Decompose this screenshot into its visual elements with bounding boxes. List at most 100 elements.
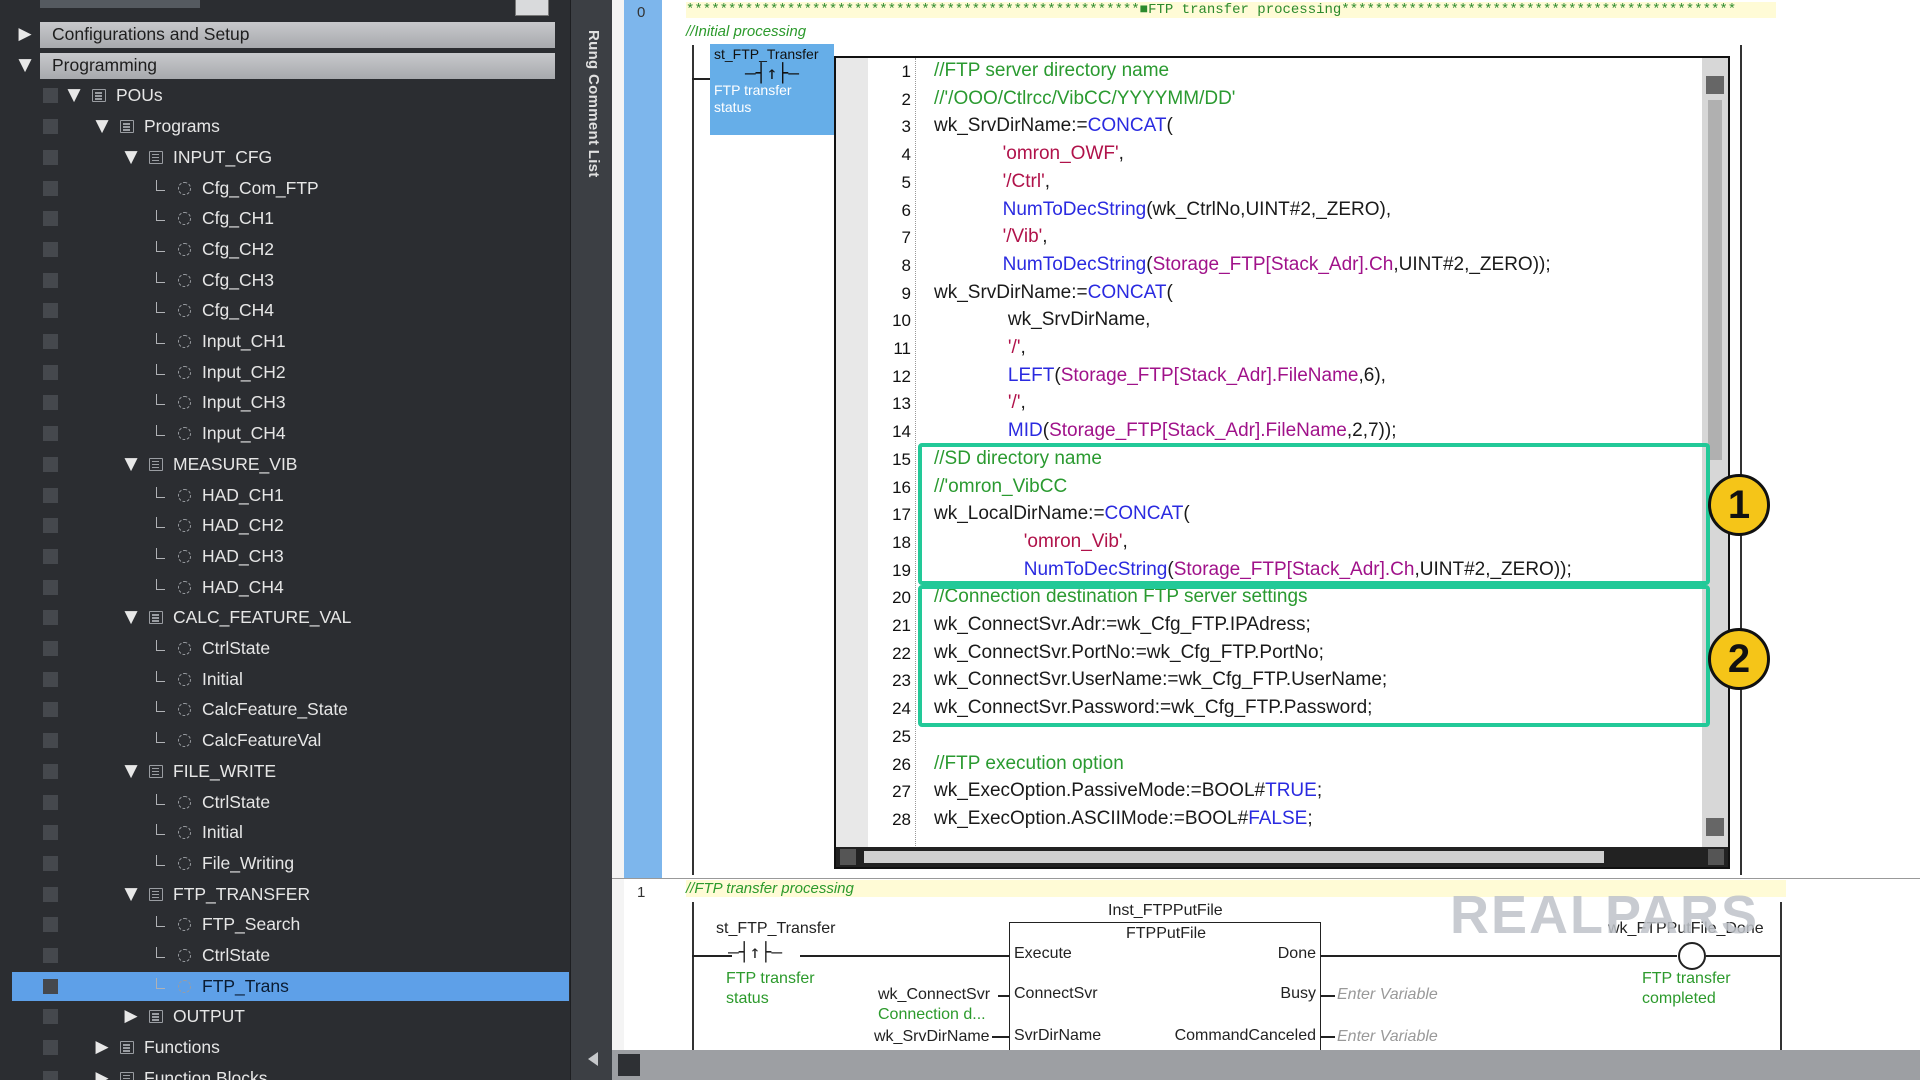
tree-item[interactable]: CtrlState <box>0 940 570 971</box>
tree-item[interactable]: Cfg_Com_FTP <box>0 173 570 204</box>
tree-item-checkbox[interactable] <box>43 88 58 104</box>
tree-item[interactable]: Cfg_CH1 <box>0 203 570 234</box>
tree-item-checkbox[interactable] <box>43 456 58 472</box>
rung-comment-list-label[interactable]: Rung Comment List <box>584 30 602 178</box>
tree-section-header[interactable]: ▼ Programming <box>0 50 570 81</box>
tree-item-checkbox[interactable] <box>43 855 58 871</box>
tree-item[interactable]: ▼ POUs <box>0 80 570 111</box>
tree-item-checkbox[interactable] <box>43 886 58 902</box>
function-block-ftpputfile[interactable]: FTPPutFile Execute ConnectSvr SvrDirName… <box>1009 922 1321 1052</box>
enter-variable-busy[interactable]: Enter Variable <box>1337 986 1438 1004</box>
input-variable-srvdirname[interactable]: wk_SrvDirName <box>874 1028 990 1046</box>
tree-item-checkbox[interactable] <box>43 794 58 810</box>
tree-item[interactable]: ▼ CALC_FEATURE_VAL <box>0 602 570 633</box>
input-variable-connectsvr[interactable]: wk_ConnectSvr <box>878 986 990 1004</box>
tree-item-checkbox[interactable] <box>43 119 58 135</box>
tree-item-checkbox[interactable] <box>43 426 58 442</box>
tree-item[interactable]: CalcFeature_State <box>0 694 570 725</box>
collapse-arrow-icon[interactable]: ▼ <box>64 82 84 108</box>
fb-instance-name[interactable]: Inst_FTPPutFile <box>1108 902 1223 920</box>
tree-item[interactable]: FTP_Search <box>0 909 570 940</box>
code-line[interactable]: wk_SrvDirName:=CONCAT( <box>934 282 1173 304</box>
tree-item[interactable]: ▼ Programs <box>0 111 570 142</box>
code-line[interactable]: //FTP server directory name <box>934 60 1169 82</box>
tree-item-checkbox[interactable] <box>43 518 58 534</box>
tree-item-checkbox[interactable] <box>43 303 58 319</box>
tree-item-checkbox[interactable] <box>43 395 58 411</box>
editor-horizontal-scrollbar[interactable] <box>612 1050 1920 1080</box>
tree-item-checkbox[interactable] <box>43 610 58 626</box>
code-line[interactable]: wk_SrvDirName, <box>934 309 1151 331</box>
tree-item[interactable]: CtrlState <box>0 633 570 664</box>
code-line[interactable]: '/Ctrl', <box>934 171 1050 193</box>
tree-item[interactable]: CalcFeatureVal <box>0 725 570 756</box>
tree-item[interactable]: Input_CH4 <box>0 418 570 449</box>
code-line[interactable]: //'/OOO/Ctlrcc/VibCC/YYYYMM/DD' <box>934 88 1235 110</box>
output-coil[interactable] <box>1678 942 1706 970</box>
expand-arrow-icon[interactable]: ▶ <box>92 1065 112 1080</box>
scroll-thumb[interactable] <box>1708 100 1722 460</box>
tree-item-checkbox[interactable] <box>43 1040 58 1056</box>
tree-item[interactable]: CtrlState <box>0 787 570 818</box>
scroll-up-icon[interactable] <box>1706 76 1724 94</box>
rung-0-selection-bar[interactable] <box>624 0 662 878</box>
collapse-arrow-icon[interactable]: ▼ <box>121 881 141 907</box>
code-line[interactable]: LEFT(Storage_FTP[Stack_Adr].FileName,6), <box>934 365 1386 387</box>
expand-arrow-icon[interactable]: ▶ <box>92 1034 112 1060</box>
tree-item-checkbox[interactable] <box>43 917 58 933</box>
tree-item[interactable]: ▶ OUTPUT <box>0 1001 570 1032</box>
scroll-right-icon[interactable] <box>1708 849 1724 865</box>
tree-item-checkbox[interactable] <box>43 671 58 687</box>
code-line[interactable]: '/Vib', <box>934 226 1048 248</box>
tree-item-checkbox[interactable] <box>43 364 58 380</box>
contact-st-ftp-transfer[interactable]: st_FTP_Transfer —┤↑├— FTP transfer statu… <box>710 44 834 135</box>
tree-item-checkbox[interactable] <box>43 733 58 749</box>
tree-item-checkbox[interactable] <box>43 948 58 963</box>
scroll-down-icon[interactable] <box>1706 818 1724 836</box>
code-line[interactable]: wk_ExecOption.ASCIIMode:=BOOL#FALSE; <box>934 808 1313 830</box>
tree-item-checkbox[interactable] <box>43 763 58 779</box>
tree-item-checkbox[interactable] <box>43 180 58 196</box>
tree-item[interactable]: ▶ Functions <box>0 1032 570 1063</box>
tree-item-checkbox[interactable] <box>43 702 58 718</box>
code-line[interactable]: wk_SrvDirName:=CONCAT( <box>934 115 1173 137</box>
collapse-arrow-icon[interactable]: ▼ <box>15 52 35 78</box>
tree-item[interactable]: Cfg_CH4 <box>0 295 570 326</box>
collapse-arrow-icon[interactable]: ▼ <box>92 113 112 139</box>
tree-item-checkbox[interactable] <box>43 334 58 349</box>
code-line[interactable]: NumToDecString(wk_CtrlNo,UINT#2,_ZERO), <box>934 199 1392 221</box>
collapse-arrow-icon[interactable]: ▼ <box>121 604 141 630</box>
tree-item[interactable]: File_Writing <box>0 848 570 879</box>
collapse-arrow-icon[interactable]: ▼ <box>121 758 141 784</box>
contact-variable-name[interactable]: st_FTP_Transfer <box>716 920 835 938</box>
tree-item[interactable]: FTP_Trans <box>0 971 570 1002</box>
tree-item[interactable]: Initial <box>0 817 570 848</box>
tree-item-checkbox[interactable] <box>43 579 58 595</box>
tree-item[interactable]: ▼ MEASURE_VIB <box>0 449 570 480</box>
code-line[interactable]: '/', <box>934 392 1026 414</box>
tree-item[interactable]: Cfg_CH3 <box>0 265 570 296</box>
tree-section-header[interactable]: ▶ Configurations and Setup <box>0 19 570 50</box>
enter-variable-commandcanceled[interactable]: Enter Variable <box>1337 1028 1438 1046</box>
scroll-left-icon[interactable] <box>840 849 856 865</box>
tree-item-checkbox[interactable] <box>43 1009 58 1025</box>
collapse-arrow-icon[interactable] <box>588 1052 598 1066</box>
tree-item[interactable]: HAD_CH1 <box>0 480 570 511</box>
tree-item-checkbox[interactable] <box>43 241 58 257</box>
tree-item-checkbox[interactable] <box>43 149 58 165</box>
tree-item-checkbox[interactable] <box>43 487 58 503</box>
tree-item-checkbox[interactable] <box>43 548 58 564</box>
tree-item[interactable]: HAD_CH4 <box>0 572 570 603</box>
tree-item-checkbox[interactable] <box>43 272 58 288</box>
tree-item[interactable]: HAD_CH3 <box>0 541 570 572</box>
code-line[interactable]: //FTP execution option <box>934 753 1124 775</box>
collapse-arrow-icon[interactable]: ▼ <box>121 451 141 477</box>
tree-filter-button[interactable] <box>515 0 549 16</box>
expand-arrow-icon[interactable]: ▶ <box>15 21 35 47</box>
code-line[interactable]: NumToDecString(Storage_FTP[Stack_Adr].Ch… <box>934 254 1551 276</box>
rising-edge-contact-symbol[interactable]: —┤↑├— <box>728 942 782 963</box>
tree-item[interactable]: HAD_CH2 <box>0 510 570 541</box>
scroll-left-icon[interactable] <box>618 1054 640 1076</box>
code-horizontal-scrollbar[interactable] <box>836 847 1728 867</box>
scroll-thumb[interactable] <box>864 851 1604 863</box>
